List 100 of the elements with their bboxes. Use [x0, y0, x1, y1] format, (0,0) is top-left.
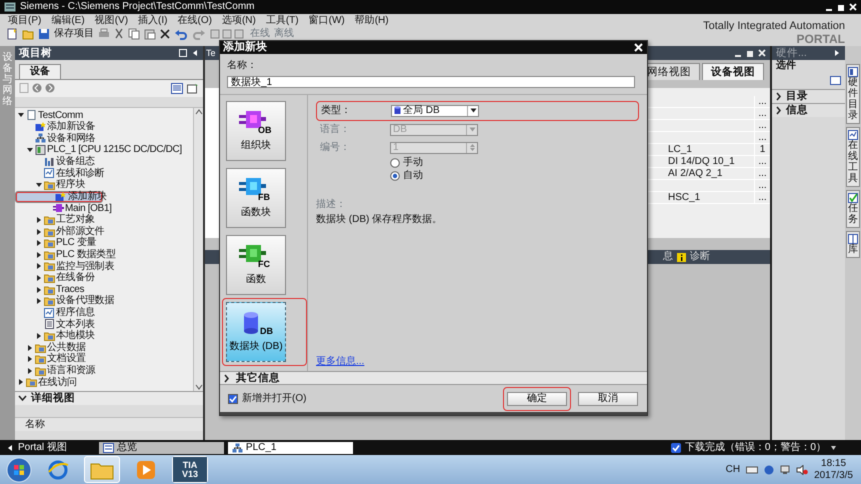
forward-icon[interactable] [45, 83, 55, 93]
save-project-button[interactable]: 保存项目 [54, 28, 94, 40]
block-type-button[interactable]: FC 函数 [226, 234, 286, 294]
tree-item[interactable]: 设备代理数据 [15, 295, 193, 307]
block-type-button[interactable]: OB 组织块 [226, 100, 286, 160]
tree-item[interactable]: 文档设置 [15, 353, 193, 365]
tree-item[interactable]: 语言和资源 [15, 364, 193, 377]
side-tab[interactable]: 硬件目录 [846, 64, 860, 124]
editor-tab[interactable]: PLC_1 [228, 442, 353, 454]
scroll-up-icon[interactable] [194, 108, 204, 116]
tree-item[interactable]: PLC 变量 [15, 237, 193, 250]
menu-item[interactable]: 选项(N) [222, 14, 256, 26]
dialog-button[interactable]: 确定 [507, 392, 567, 406]
inspector-tab[interactable]: 诊断 [690, 251, 710, 263]
copy-icon[interactable] [128, 28, 140, 40]
tree-item[interactable]: 设备组态 [15, 156, 193, 168]
collapse-arrow-icon[interactable] [17, 111, 25, 120]
menu-item[interactable]: 窗口(W) [308, 14, 345, 26]
overview-icon[interactable] [171, 82, 183, 94]
radio-selected-icon[interactable] [390, 171, 400, 181]
table-icon[interactable] [187, 82, 199, 94]
menu-item[interactable]: 项目(P) [8, 14, 42, 26]
radio-option[interactable]: 自动 [390, 170, 639, 182]
tree-item[interactable]: 程序信息 [15, 307, 193, 319]
collapse-chevron-icon[interactable] [18, 394, 27, 402]
pane-header[interactable]: 目录 [772, 88, 845, 102]
editor-tab[interactable]: 总览 [98, 442, 224, 454]
tree-item[interactable]: TestComm [15, 110, 193, 122]
dropdown-icon[interactable] [470, 108, 476, 113]
volume-icon[interactable] [796, 464, 808, 474]
keyboard-icon[interactable] [746, 464, 758, 474]
tree-item[interactable]: 设备和网络 [15, 132, 193, 144]
expand-chevron-icon[interactable] [775, 92, 782, 100]
collapse-panel-icon[interactable] [191, 49, 199, 57]
dialog-button[interactable]: 取消 [578, 392, 638, 406]
block-type-button[interactable]: FB 函数块 [226, 168, 286, 228]
delete-icon[interactable] [160, 28, 170, 40]
collapse-arrow-icon[interactable] [26, 146, 34, 154]
collapse-panel-icon[interactable] [833, 49, 841, 58]
inspector-tab[interactable]: 息 [663, 251, 673, 263]
tree-item[interactable]: 在线和诊断 [15, 167, 193, 180]
tree-item[interactable]: PLC 数据类型 [15, 249, 193, 261]
cut-icon[interactable] [114, 28, 124, 40]
section-header[interactable]: 其它信息 [220, 371, 647, 385]
scrollbar[interactable] [193, 108, 203, 390]
more-info-link[interactable]: 更多信息... [316, 356, 639, 367]
tree-item[interactable]: 外部源文件 [15, 226, 193, 238]
paste-icon[interactable] [144, 28, 156, 40]
side-tab[interactable]: 任务 [846, 190, 860, 228]
new-project-icon[interactable] [6, 28, 18, 40]
tia-portal-taskbar-button[interactable]: TIA V13 [173, 457, 207, 482]
close-icon[interactable] [758, 49, 766, 57]
menu-item[interactable]: 视图(V) [94, 14, 128, 26]
menu-item[interactable]: 工具(T) [266, 14, 299, 26]
tree-item[interactable]: 本地模块 [15, 330, 193, 342]
save-icon[interactable] [38, 28, 50, 40]
name-field[interactable]: 数据块_1 [227, 76, 635, 88]
restore-icon[interactable] [746, 49, 754, 57]
tree-item[interactable]: PLC_1 [CPU 1215C DC/DC/DC] [15, 144, 193, 156]
checkbox-checked-icon[interactable] [228, 394, 238, 404]
portal-view-link[interactable]: Portal 视图 [6, 442, 67, 454]
checkbox[interactable]: 新增并打开(O) [228, 392, 306, 404]
block-type-button[interactable]: DB 数据块 (DB) [226, 302, 286, 362]
dropdown[interactable]: 全局 DB [391, 104, 479, 116]
network-icon[interactable] [780, 464, 790, 474]
expand-chevron-icon[interactable] [775, 106, 782, 114]
language-indicator[interactable]: CH [726, 464, 740, 476]
tree-item[interactable]: 文本列表 [15, 318, 193, 330]
tab[interactable]: 设备 [19, 64, 61, 78]
back-arrow-icon[interactable] [6, 444, 14, 452]
dropdown-icon[interactable] [830, 444, 837, 450]
menu-item[interactable]: 编辑(E) [51, 14, 85, 26]
menu-item[interactable]: 在线(O) [177, 14, 212, 26]
browser-icon[interactable] [47, 458, 69, 480]
dock-icon[interactable] [179, 49, 187, 57]
tree-item[interactable]: 在线备份 [15, 272, 193, 284]
tree-item[interactable]: Traces [15, 284, 193, 296]
tree-item[interactable]: 公共数据 [15, 342, 193, 354]
menu-item[interactable]: 帮助(H) [354, 14, 389, 26]
undo-icon[interactable] [174, 28, 188, 40]
tree-item[interactable]: 程序块 [15, 179, 193, 191]
tree-item[interactable]: 添加新设备 [15, 121, 193, 133]
menu-item[interactable]: 插入(I) [138, 14, 168, 26]
radio-unselected-icon[interactable] [390, 158, 400, 168]
expand-chevron-icon[interactable] [223, 374, 230, 382]
view-icon[interactable] [830, 76, 841, 84]
collapse-arrow-icon[interactable] [35, 180, 43, 189]
tree-item[interactable]: 工艺对象 [15, 214, 193, 226]
clock[interactable]: 18:15 2017/3/5 [814, 458, 853, 481]
print-icon[interactable] [98, 28, 110, 40]
scroll-down-icon[interactable] [194, 382, 204, 390]
back-icon[interactable] [32, 83, 42, 93]
radio-option[interactable]: 手动 [390, 156, 639, 170]
view-tab[interactable]: 设备视图 [702, 62, 764, 80]
tree-item[interactable]: 监控与强制表 [15, 260, 193, 272]
restore-icon[interactable] [837, 3, 845, 11]
tree-item[interactable]: Main [OB1] [15, 202, 193, 214]
editor-tab[interactable]: Te [206, 48, 216, 58]
side-tab[interactable]: 库 [846, 231, 860, 258]
pane-header[interactable]: 信息 [772, 102, 845, 116]
